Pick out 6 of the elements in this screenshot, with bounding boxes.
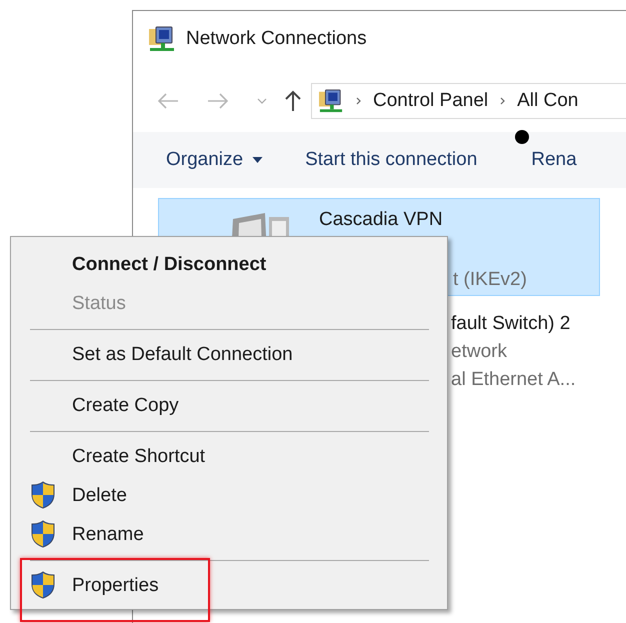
connection-text: etwork bbox=[451, 341, 508, 363]
connection-text: fault Switch) 2 bbox=[451, 313, 572, 335]
connection-text: t (IKEv2) bbox=[453, 269, 527, 291]
window-title: Network Connections bbox=[186, 28, 367, 50]
connection-text: al Ethernet A... bbox=[451, 369, 576, 391]
connection-text: Cascadia VPN bbox=[319, 209, 444, 231]
